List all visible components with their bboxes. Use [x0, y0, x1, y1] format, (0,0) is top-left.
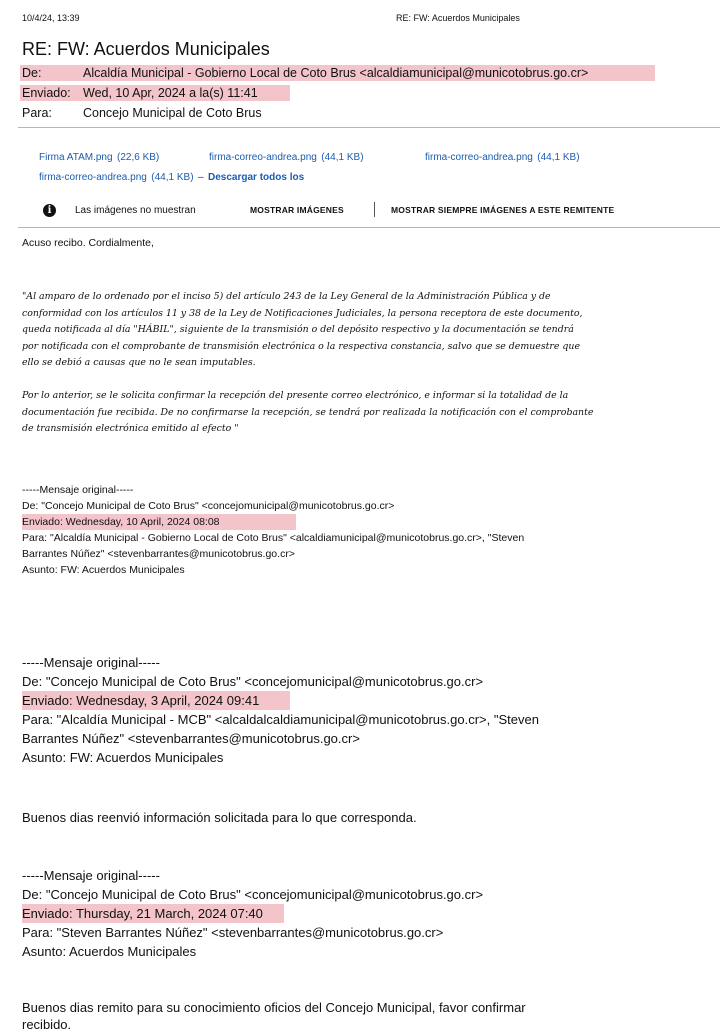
message-sent: Enviado: Thursday, 21 March, 2024 07:40: [22, 904, 284, 923]
reply-greeting: Acuso recibo. Cordialmente,: [22, 237, 154, 249]
message-to-line: Barrantes Núñez" <stevenbarrantes@munico…: [22, 548, 295, 560]
original-message-2: -----Mensaje original----- De: "Concejo …: [22, 653, 722, 767]
quote-line: "Al amparo de lo ordenado por el inciso …: [22, 291, 551, 302]
message-from: De: "Concejo Municipal de Coto Brus" <co…: [22, 887, 484, 902]
info-icon: i: [43, 204, 56, 217]
header-to-row: Para: Concejo Municipal de Coto Brus: [20, 105, 655, 121]
legal-notice-paragraph-2: Por lo anterior, se le solicita confirma…: [22, 388, 722, 438]
message-subject: Asunto: FW: Acuerdos Municipales: [22, 750, 224, 765]
header-divider: [18, 127, 720, 128]
images-blocked-bar: i Las imágenes no muestran MOSTRAR IMÁGE…: [0, 197, 728, 227]
message-separator: -----Mensaje original-----: [22, 655, 160, 670]
from-label: De:: [22, 66, 42, 80]
attachment-name[interactable]: firma-correo-andrea.png: [39, 172, 147, 183]
original-message-3: -----Mensaje original----- De: "Concejo …: [22, 866, 722, 961]
sent-value: Wed, 10 Apr, 2024 a la(s) 11:41: [83, 86, 258, 100]
message-to-line: Para: "Alcaldía Municipal - MCB" <alcald…: [22, 712, 539, 727]
quote-line: conformidad con los artículos 11 y 38 de…: [22, 307, 583, 319]
message-separator: -----Mensaje original-----: [22, 868, 160, 883]
message-body: Buenos dias reenvió información solicita…: [22, 810, 417, 825]
message-separator: -----Mensaje original-----: [22, 484, 134, 496]
attachment-item[interactable]: firma-correo-andrea.png (44,1 KB) – Desc…: [39, 167, 304, 185]
quote-line: queda notificada al día "HÁBIL", siguien…: [22, 324, 574, 335]
button-separator: [374, 202, 375, 217]
images-blocked-message: Las imágenes no muestran: [75, 205, 196, 216]
attachment-name[interactable]: firma-correo-andrea.png: [209, 152, 317, 163]
quote-line: ello se debió a causas que no le sean im…: [22, 357, 256, 368]
attachment-size: (22,6 KB): [117, 152, 160, 163]
quote-line: documentación fue recibida. De no confir…: [22, 406, 594, 418]
message-to-line: Para: "Steven Barrantes Núñez" <stevenba…: [22, 925, 444, 940]
attachment-size: (44,1 KB): [321, 152, 364, 163]
legal-notice-paragraph-1: "Al amparo de lo ordenado por el inciso …: [22, 289, 722, 372]
from-value: Alcaldía Municipal - Gobierno Local de C…: [83, 66, 589, 80]
quote-line: Por lo anterior, se le solicita confirma…: [22, 390, 569, 401]
header-sent-row: Enviado: Wed, 10 Apr, 2024 a la(s) 11:41: [20, 85, 290, 101]
message-to-line: Para: "Alcaldía Municipal - Gobierno Loc…: [22, 532, 525, 544]
attachment-item[interactable]: firma-correo-andrea.png (44,1 KB): [425, 147, 580, 165]
print-title: RE: FW: Acuerdos Municipales: [396, 13, 520, 23]
print-datetime: 10/4/24, 13:39: [22, 13, 80, 23]
download-all-link[interactable]: Descargar todos los: [208, 172, 304, 183]
attachment-name[interactable]: firma-correo-andrea.png: [425, 152, 533, 163]
message-from: De: "Concejo Municipal de Coto Brus" <co…: [22, 500, 395, 512]
attachment-item[interactable]: firma-correo-andrea.png (44,1 KB): [209, 147, 364, 165]
message-subject: Asunto: FW: Acuerdos Municipales: [22, 564, 185, 576]
attachment-size: (44,1 KB): [151, 172, 194, 183]
show-images-button[interactable]: MOSTRAR IMÁGENES: [250, 205, 344, 215]
message-sent: Enviado: Wednesday, 10 April, 2024 08:08: [22, 514, 296, 530]
attachment-size: (44,1 KB): [537, 152, 580, 163]
email-subject: RE: FW: Acuerdos Municipales: [22, 39, 270, 59]
always-show-images-button[interactable]: MOSTRAR SIEMPRE IMÁGENES A ESTE REMITENT…: [391, 205, 614, 215]
message-body: Buenos dias remito para su conocimiento …: [22, 998, 722, 1034]
message-body-line: recibido.: [22, 1017, 72, 1032]
quote-line: por notificada con el comprobante de tra…: [22, 340, 580, 352]
attachment-item[interactable]: Firma ATAM.png (22,6 KB): [39, 147, 159, 165]
original-message-1: -----Mensaje original----- De: "Concejo …: [22, 482, 722, 578]
to-value: Concejo Municipal de Coto Brus: [83, 106, 262, 120]
message-from: De: "Concejo Municipal de Coto Brus" <co…: [22, 674, 484, 689]
sent-label: Enviado:: [22, 86, 71, 100]
quote-line: de transmisión electrónica emitido al ef…: [22, 423, 239, 434]
header-from-row: De: Alcaldía Municipal - Gobierno Local …: [20, 65, 655, 81]
attachment-name[interactable]: Firma ATAM.png: [39, 152, 113, 163]
body-divider: [18, 227, 720, 228]
to-label: Para:: [22, 106, 52, 120]
message-sent: Enviado: Wednesday, 3 April, 2024 09:41: [22, 691, 290, 710]
download-dash: –: [197, 172, 204, 183]
message-to-line: Barrantes Núñez" <stevenbarrantes@munico…: [22, 731, 360, 746]
message-subject: Asunto: Acuerdos Municipales: [22, 944, 197, 959]
